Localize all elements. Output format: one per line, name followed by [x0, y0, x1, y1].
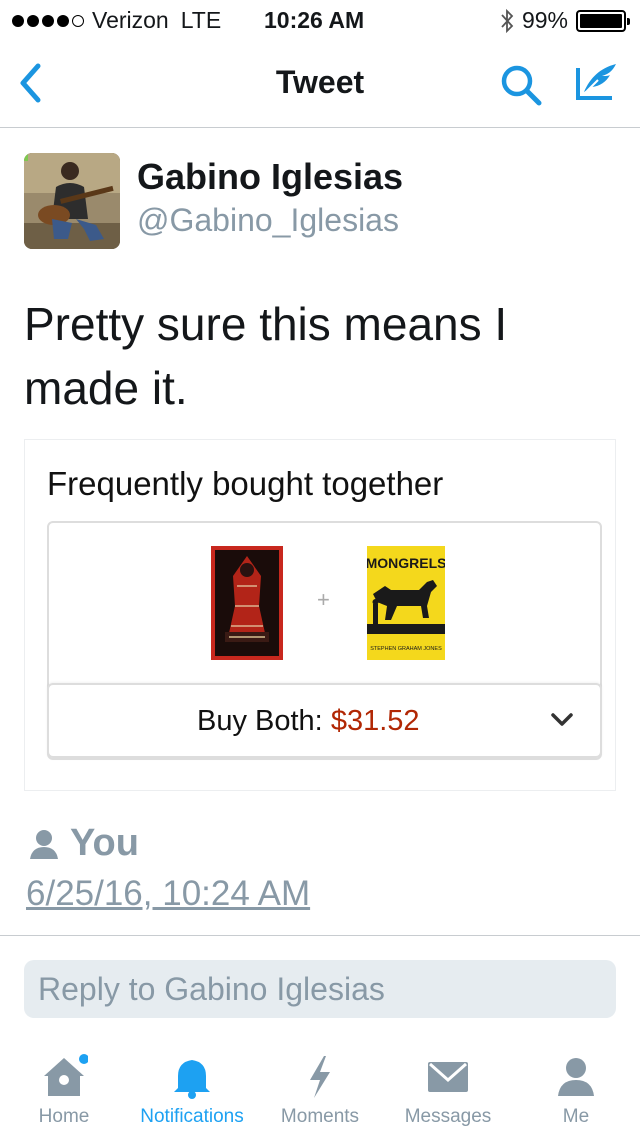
display-name[interactable]: Gabino Iglesias: [137, 156, 403, 198]
buy-both-text: Buy Both: $31.52: [197, 705, 420, 738]
tab-label-messages: Messages: [404, 1106, 492, 1127]
buy-both-label: Buy Both:: [197, 705, 323, 737]
signal-strength-icon: [12, 14, 84, 27]
bundle-box: + MONGRELS STEPHEN GRAHAM JONES Buy Both…: [47, 521, 602, 760]
tab-label-me: Me: [562, 1106, 590, 1127]
network-type: LTE: [180, 7, 222, 33]
tab-label-notifications: Notifications: [140, 1106, 244, 1127]
divider: [0, 935, 640, 936]
page-title: Tweet: [275, 64, 365, 100]
reply-input[interactable]: Reply to Gabino Iglesias: [24, 960, 616, 1018]
tab-bar: Home Notifications Moments Messages Me: [0, 1040, 640, 1136]
book-2-title: MONGRELS: [367, 555, 445, 571]
buy-both-dropdown[interactable]: Buy Both: $31.52: [47, 683, 602, 760]
tab-notifications[interactable]: Notifications: [128, 1040, 256, 1136]
tab-me[interactable]: Me: [536, 1040, 616, 1136]
home-icon: [44, 1054, 88, 1096]
media-heading: Frequently bought together: [47, 465, 444, 502]
plus-sign: +: [317, 587, 330, 612]
person-icon: [558, 1058, 594, 1096]
tab-moments[interactable]: Moments: [272, 1040, 368, 1136]
chevron-down-icon: [551, 713, 573, 726]
book-cover-1: [211, 546, 283, 660]
avatar[interactable]: [24, 153, 120, 249]
person-icon: [30, 829, 58, 859]
battery-percent: 99%: [521, 7, 568, 33]
book-2-author: STEPHEN GRAHAM JONES: [370, 646, 442, 652]
bluetooth-icon: [501, 8, 514, 33]
buy-both-price: $31.52: [330, 705, 420, 737]
retweeted-by-label: You: [70, 822, 139, 864]
tab-messages[interactable]: Messages: [396, 1040, 500, 1136]
lightning-icon: [310, 1056, 330, 1098]
tweet-timestamp[interactable]: 6/25/16, 10:24 AM: [26, 874, 310, 914]
user-handle[interactable]: @Gabino_Iglesias: [137, 202, 399, 239]
battery-icon: [576, 9, 630, 32]
tab-home[interactable]: Home: [22, 1040, 106, 1136]
envelope-icon: [428, 1062, 468, 1092]
tweet-text: Pretty sure this means I made it.: [24, 298, 508, 414]
tweet-media-image[interactable]: Frequently bought together + MONGRELS ST…: [24, 439, 616, 791]
retweet-context: You: [26, 822, 139, 865]
search-icon[interactable]: [498, 62, 544, 108]
bell-icon: [174, 1060, 210, 1099]
compose-icon[interactable]: [572, 58, 620, 106]
status-bar: Verizon LTE 10:26 AM 99%: [0, 0, 640, 40]
carrier-info: Verizon LTE: [12, 7, 221, 34]
carrier-name: Verizon: [92, 7, 169, 33]
status-right: 99%: [500, 7, 630, 34]
book-cover-2: MONGRELS STEPHEN GRAHAM JONES: [367, 546, 445, 660]
status-time: 10:26 AM: [264, 7, 365, 33]
tab-label-moments: Moments: [280, 1106, 360, 1127]
nav-bar: Tweet: [0, 40, 640, 128]
tab-label-home: Home: [38, 1106, 90, 1127]
